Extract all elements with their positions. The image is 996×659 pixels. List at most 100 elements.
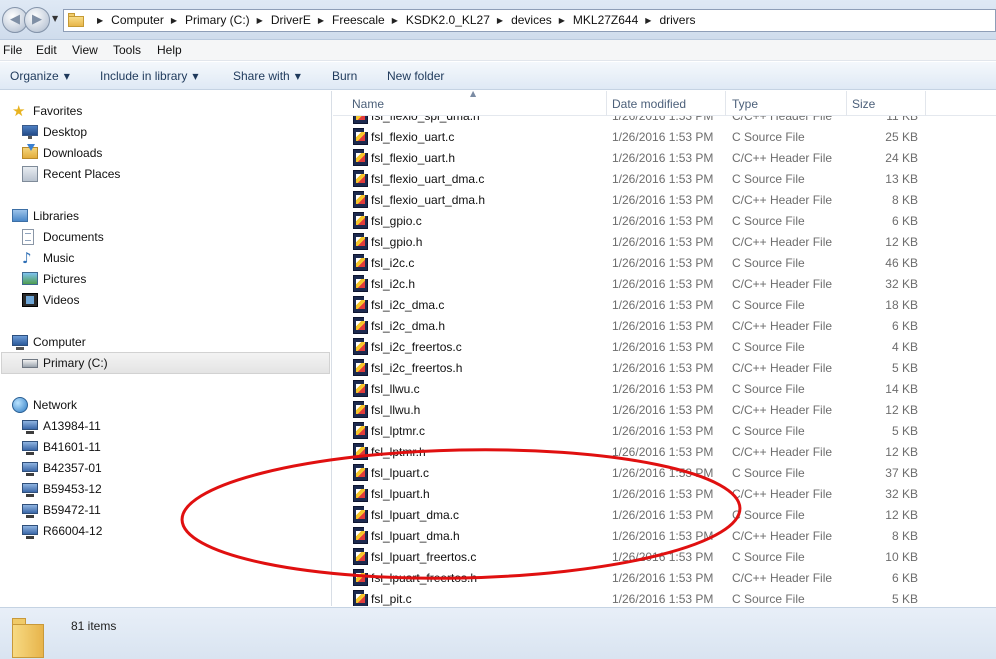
file-row[interactable]: fsl_llwu.c 1/26/2016 1:53 PM C Source File…	[333, 378, 996, 399]
menu-file[interactable]: File	[3, 43, 22, 57]
include-in-library-button[interactable]: Include in library ▼	[100, 69, 199, 83]
menu-edit[interactable]: Edit	[36, 43, 57, 57]
column-header-type[interactable]: Type	[732, 97, 758, 111]
file-row[interactable]: fsl_gpio.c 1/26/2016 1:53 PM C Source File…	[333, 210, 996, 231]
file-row[interactable]: fsl_flexio_uart.h 1/26/2016 1:53 PM C/C++ …	[333, 147, 996, 168]
recent-places-icon	[22, 166, 38, 182]
breadcrumb-separator-icon[interactable]: ▶	[559, 16, 565, 25]
nav-item-label: B41601-11	[43, 440, 101, 454]
sort-ascending-icon: ▲	[470, 91, 477, 98]
nav-item-network-pc[interactable]: B42357-01	[20, 458, 310, 478]
nav-libraries[interactable]: Libraries	[10, 206, 310, 226]
column-divider[interactable]	[925, 91, 926, 116]
nav-item-recent-places[interactable]: Recent Places	[20, 164, 310, 184]
nav-computer[interactable]: Computer	[10, 332, 310, 352]
file-row[interactable]: fsl_lpuart.c 1/26/2016 1:53 PM C Source Fi…	[333, 462, 996, 483]
file-row[interactable]: fsl_i2c_dma.c 1/26/2016 1:53 PM C Source F…	[333, 294, 996, 315]
breadcrumb-item-drivers[interactable]: drivers	[659, 13, 695, 27]
nav-item-pictures[interactable]: Pictures	[20, 269, 310, 289]
nav-item-network-pc[interactable]: B59453-12	[20, 479, 310, 499]
nav-item-network-pc[interactable]: A13984-11	[20, 416, 310, 436]
nav-item-label: R66004-12	[43, 524, 103, 538]
file-date-modified: 1/26/2016 1:53 PM	[612, 382, 714, 396]
c-source-file-icon	[353, 422, 368, 439]
column-divider[interactable]	[606, 91, 607, 116]
nav-item-documents[interactable]: Documents	[20, 227, 310, 247]
file-size: 24 KB	[885, 151, 918, 165]
nav-item-downloads[interactable]: Downloads	[20, 143, 310, 163]
recent-pages-chevron-icon[interactable]: ▼	[52, 14, 58, 23]
column-divider[interactable]	[725, 91, 726, 116]
column-header-size[interactable]: Size	[852, 97, 875, 111]
file-row[interactable]: fsl_i2c_freertos.h 1/26/2016 1:53 PM C/C++…	[333, 357, 996, 378]
breadcrumb-separator-icon[interactable]: ▶	[171, 16, 177, 25]
breadcrumb-separator-icon[interactable]: ▶	[497, 16, 503, 25]
breadcrumb-item-computer[interactable]: Computer	[111, 13, 164, 27]
file-date-modified: 1/26/2016 1:53 PM	[612, 298, 714, 312]
new-folder-button[interactable]: New folder	[387, 69, 444, 83]
file-row[interactable]: fsl_lpuart_freertos.h 1/26/2016 1:53 PM C/…	[333, 567, 996, 588]
file-row[interactable]: fsl_i2c_freertos.c 1/26/2016 1:53 PM C Sou…	[333, 336, 996, 357]
file-row[interactable]: fsl_i2c_dma.h 1/26/2016 1:53 PM C/C++ Head…	[333, 315, 996, 336]
file-row[interactable]: fsl_lpuart_dma.h 1/26/2016 1:53 PM C/C++ H…	[333, 525, 996, 546]
nav-network[interactable]: Network	[10, 395, 310, 415]
c-source-file-icon	[353, 296, 368, 313]
menu-tools[interactable]: Tools	[113, 43, 141, 57]
file-row[interactable]: fsl_i2c.h 1/26/2016 1:53 PM C/C++ Header F…	[333, 273, 996, 294]
breadcrumb-separator-icon[interactable]: ▶	[257, 16, 263, 25]
menu-view[interactable]: View	[72, 43, 98, 57]
nav-item-label: Pictures	[43, 272, 87, 286]
file-row[interactable]: fsl_lpuart_dma.c 1/26/2016 1:53 PM C Sourc…	[333, 504, 996, 525]
forward-button[interactable]: ▶	[24, 7, 50, 33]
file-size: 18 KB	[885, 298, 918, 312]
file-date-modified: 1/26/2016 1:53 PM	[612, 130, 714, 144]
nav-favorites[interactable]: ★ Favorites	[10, 101, 310, 121]
navigation-pane: ★ Favorites Desktop Downloads Recent Pla…	[0, 91, 332, 606]
file-row[interactable]: fsl_lpuart.h 1/26/2016 1:53 PM C/C++ Heade…	[333, 483, 996, 504]
burn-button[interactable]: Burn	[332, 69, 357, 83]
breadcrumb-item-freescale[interactable]: Freescale	[332, 13, 385, 27]
file-size: 5 KB	[891, 592, 918, 606]
file-name: fsl_flexio_uart.h	[371, 151, 456, 165]
share-with-button[interactable]: Share with ▼	[233, 69, 301, 83]
nav-item-videos[interactable]: Videos	[20, 290, 310, 310]
file-row[interactable]: fsl_llwu.h 1/26/2016 1:53 PM C/C++ Header …	[333, 399, 996, 420]
breadcrumb-item-mkl27z644[interactable]: MKL27Z644	[573, 13, 638, 27]
address-bar[interactable]: ▶ Computer ▶ Primary (C:) ▶ DriverE ▶ Freescale…	[63, 9, 996, 32]
file-row[interactable]: fsl_flexio_uart_dma.h 1/26/2016 1:53 PM C/…	[333, 189, 996, 210]
breadcrumb-item-drivere[interactable]: DriverE	[271, 13, 311, 27]
file-date-modified: 1/26/2016 1:53 PM	[612, 361, 714, 375]
breadcrumb-separator-icon[interactable]: ▶	[392, 16, 398, 25]
file-date-modified: 1/26/2016 1:53 PM	[612, 172, 714, 186]
file-type: C Source File	[732, 130, 805, 144]
file-row[interactable]: fsl_lpuart_freertos.c 1/26/2016 1:53 PM C …	[333, 546, 996, 567]
file-size: 12 KB	[885, 508, 918, 522]
breadcrumb-item-primary[interactable]: Primary (C:)	[185, 13, 250, 27]
breadcrumb-separator-icon[interactable]: ▶	[318, 16, 324, 25]
file-row[interactable]: fsl_pit.c 1/26/2016 1:53 PM C Source File 5…	[333, 588, 996, 606]
breadcrumb-separator-icon[interactable]: ▶	[645, 16, 651, 25]
breadcrumb-item-devices[interactable]: devices	[511, 13, 552, 27]
file-row[interactable]: fsl_i2c.c 1/26/2016 1:53 PM C Source File 4…	[333, 252, 996, 273]
column-header-row: Name ▲ Date modified Type Size	[333, 91, 996, 116]
file-type: C Source File	[732, 256, 805, 270]
nav-item-desktop[interactable]: Desktop	[20, 122, 310, 142]
breadcrumb-item-ksdk[interactable]: KSDK2.0_KL27	[406, 13, 490, 27]
file-row[interactable]: fsl_flexio_uart.c 1/26/2016 1:53 PM C Sour…	[333, 126, 996, 147]
file-date-modified: 1/26/2016 1:53 PM	[612, 235, 714, 249]
nav-item-network-pc[interactable]: B59472-11	[20, 500, 310, 520]
file-row[interactable]: fsl_flexio_uart_dma.c 1/26/2016 1:53 PM C …	[333, 168, 996, 189]
nav-item-music[interactable]: ♪ Music	[20, 248, 310, 268]
column-header-date-modified[interactable]: Date modified	[612, 97, 686, 111]
breadcrumb-separator-icon[interactable]: ▶	[97, 16, 103, 25]
file-row[interactable]: fsl_gpio.h 1/26/2016 1:53 PM C/C++ Header …	[333, 231, 996, 252]
column-header-name[interactable]: Name	[352, 97, 384, 111]
column-divider[interactable]	[846, 91, 847, 116]
file-row[interactable]: fsl_lptmr.c 1/26/2016 1:53 PM C Source Fil…	[333, 420, 996, 441]
file-row[interactable]: fsl_lptmr.h 1/26/2016 1:53 PM C/C++ Header…	[333, 441, 996, 462]
nav-item-network-pc[interactable]: B41601-11	[20, 437, 310, 457]
menu-help[interactable]: Help	[157, 43, 182, 57]
organize-button[interactable]: Organize ▼	[10, 69, 70, 83]
nav-item-network-pc[interactable]: R66004-12	[20, 521, 310, 541]
nav-item-primary-drive[interactable]: Primary (C:)	[1, 352, 330, 374]
